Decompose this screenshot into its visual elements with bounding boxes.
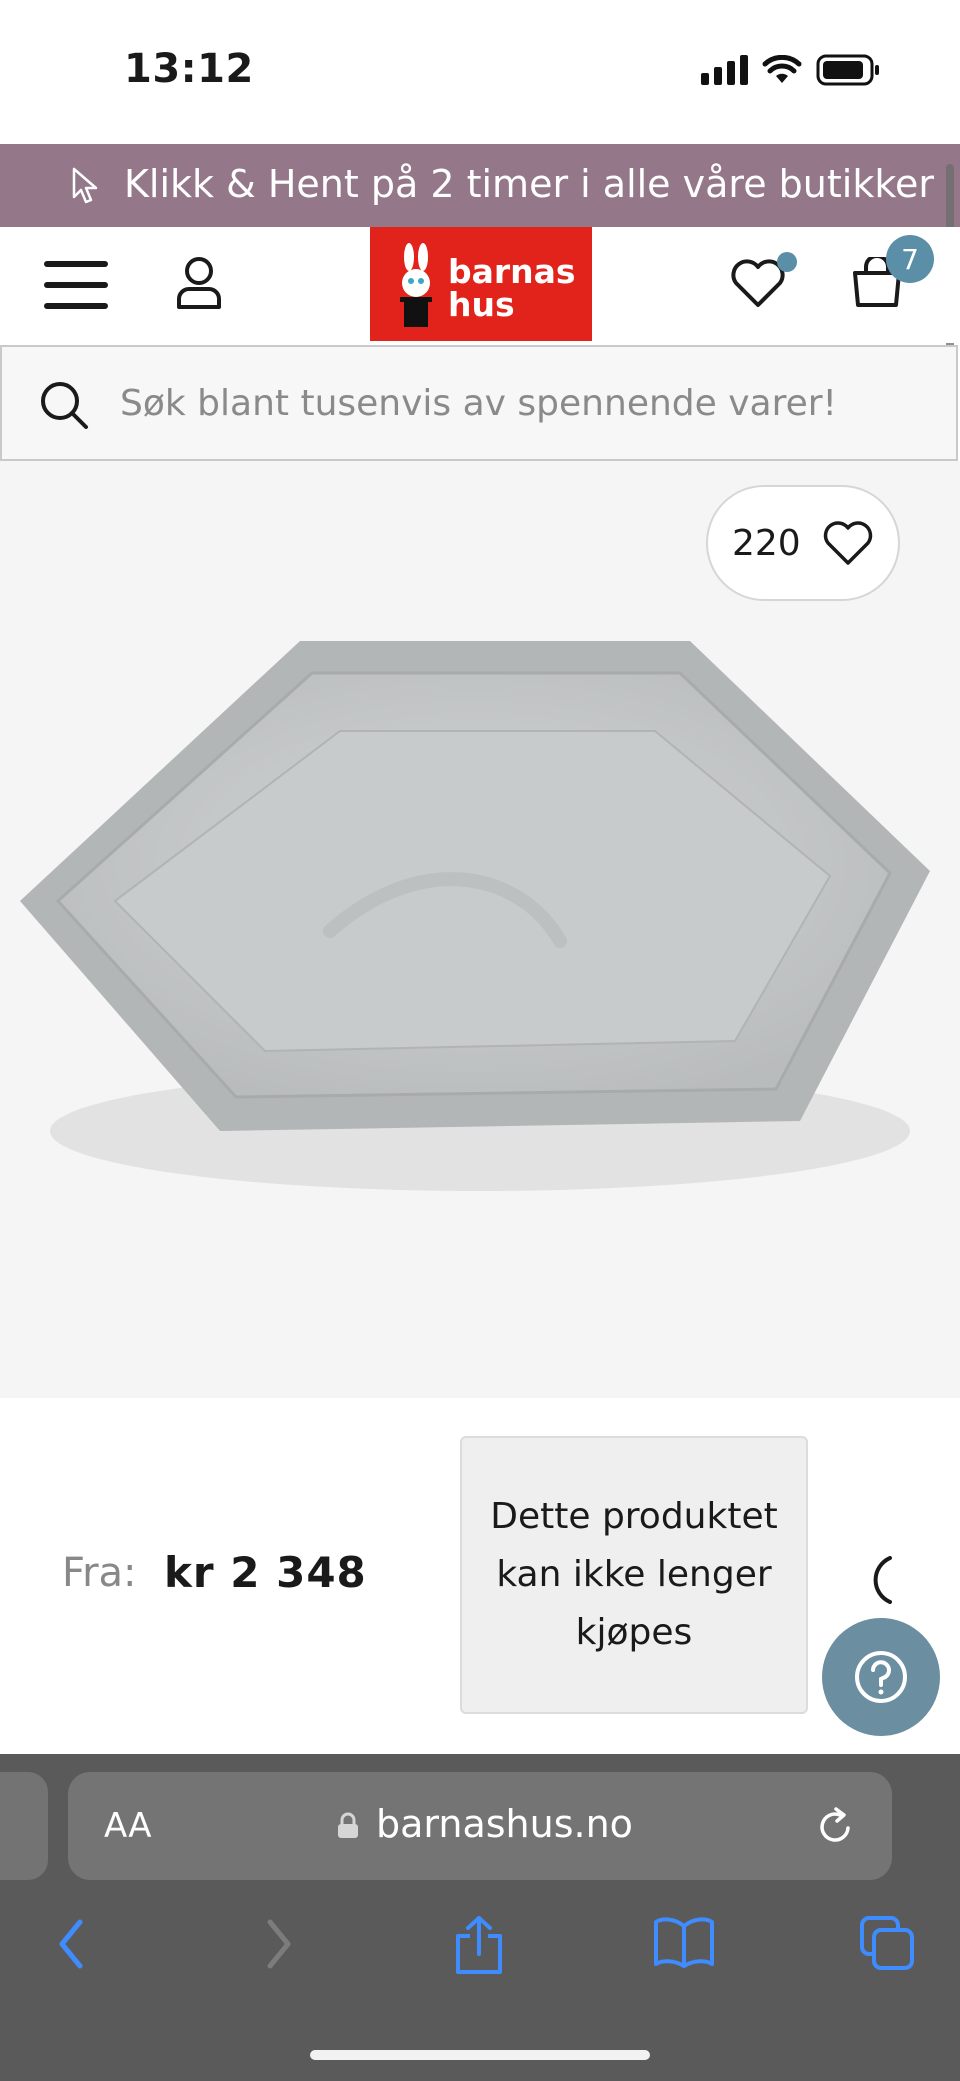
site-logo[interactable]: barnas hus [370,227,592,341]
heart-icon [823,521,873,565]
bunny-logo-icon [400,243,432,327]
status-icons [701,54,880,86]
back-icon[interactable] [52,1914,92,1974]
logo-line-1: barnas [448,252,576,291]
address-bar[interactable]: AA barnashus.no [68,1772,892,1880]
signal-icon [701,55,748,85]
url-text: barnashus.no [376,1802,633,1846]
browser-nav [0,1914,960,1994]
logo-text: barnas hus [448,255,576,321]
price-section: Fra: kr 2 348 Dette produktet kan ikke l… [0,1398,960,1754]
menu-icon[interactable] [44,261,108,309]
text-size-button[interactable]: AA [104,1806,151,1846]
previous-tab[interactable] [0,1772,48,1880]
price-label: Fra: [62,1550,137,1596]
tabs-icon[interactable] [858,1914,916,1972]
cart-count-badge: 7 [886,235,934,283]
reload-icon[interactable] [814,1806,856,1848]
forward-icon[interactable] [258,1914,298,1974]
share-icon[interactable] [452,1914,506,1978]
status-bar: 13:12 [0,0,960,144]
help-icon [855,1651,907,1703]
user-icon[interactable] [174,255,224,311]
status-time: 13:12 [124,46,254,92]
cursor-icon [72,167,98,204]
wishlist-indicator [777,252,797,272]
site-header: barnas hus 7 [0,227,960,343]
logo-line-2: hus [448,285,515,324]
search-input[interactable] [120,375,920,431]
promo-text: Klikk & Hent på 2 timer i alle våre buti… [124,162,934,206]
wifi-icon [762,55,802,83]
help-button[interactable] [822,1618,940,1736]
like-count: 220 [732,523,801,564]
browser-toolbar: AA barnashus.no [0,1754,960,2081]
price-value: kr 2 348 [164,1548,367,1597]
search-icon[interactable] [38,379,90,431]
unavailable-notice: Dette produktet kan ikke lenger kjøpes [460,1436,808,1714]
battery-icon [816,54,879,86]
product-image-area: 220 [0,461,960,1398]
search-bar [0,345,958,461]
loading-spinner-icon [873,1556,892,1604]
home-indicator[interactable] [310,2050,650,2060]
like-button[interactable]: 220 [706,485,900,601]
bookmarks-icon[interactable] [652,1914,716,1970]
product-image[interactable] [0,611,960,1311]
lock-icon [338,1812,358,1838]
promo-banner[interactable]: Klikk & Hent på 2 timer i alle våre buti… [0,144,960,227]
